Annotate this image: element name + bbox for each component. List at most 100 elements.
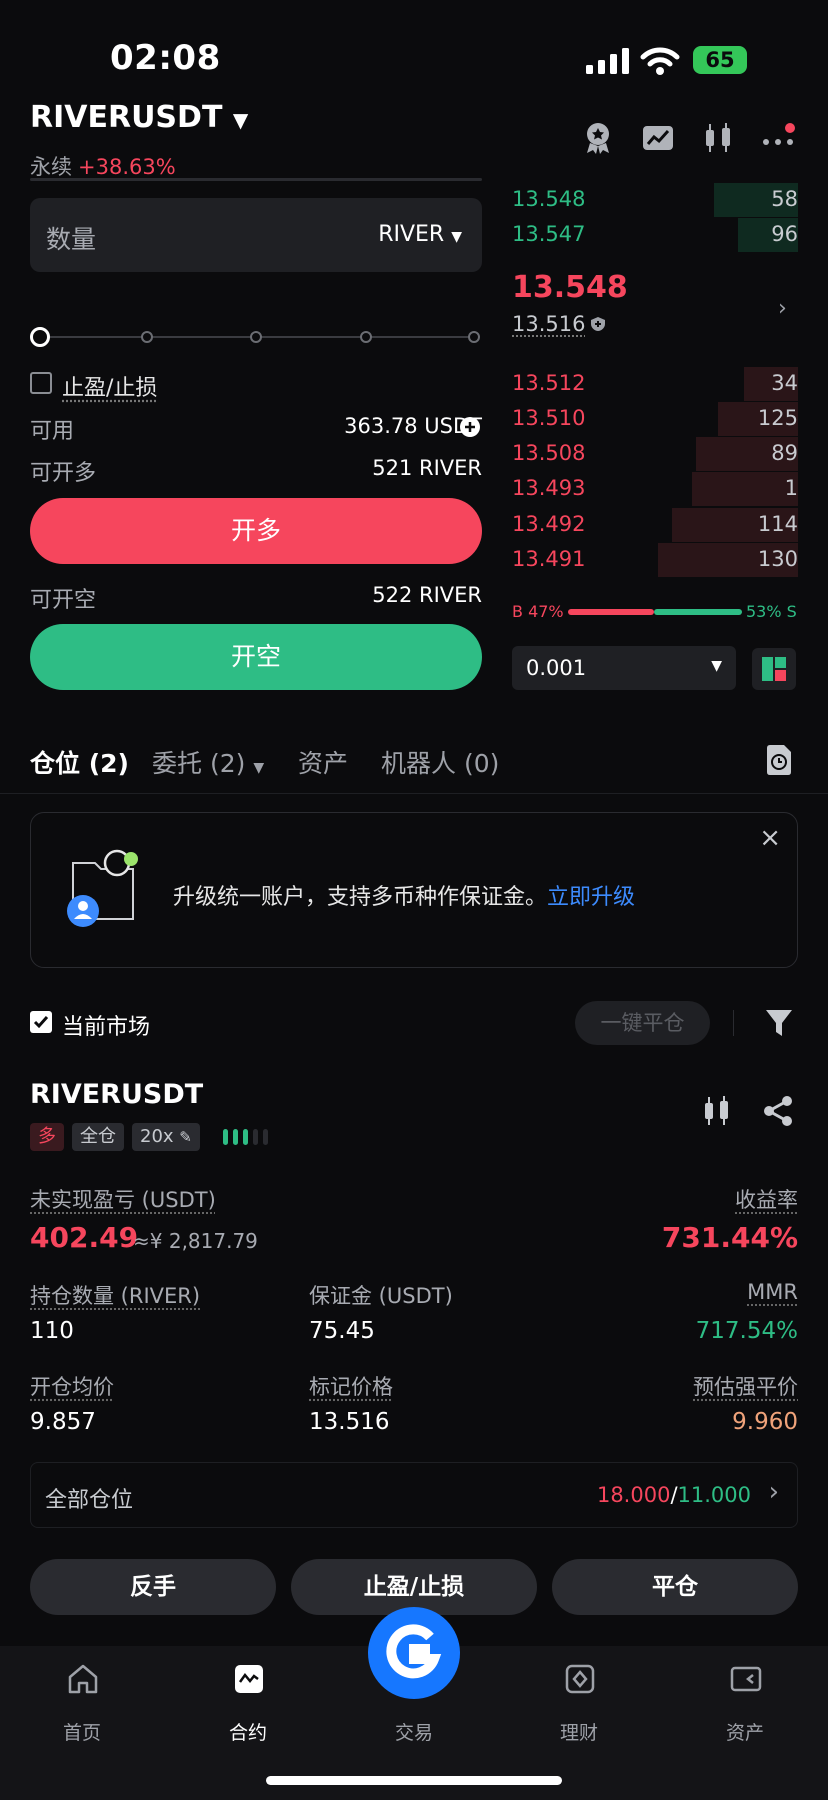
slider-step-50[interactable] [250, 331, 262, 343]
available-label: 可用 [30, 419, 75, 444]
book-layout-icon [762, 657, 786, 681]
position-symbol[interactable]: RIVERUSDT [30, 1079, 203, 1110]
mark-price-label: 标记价格 [309, 1375, 393, 1399]
bid-row[interactable]: 13.492 114 [512, 508, 798, 542]
home-indicator [266, 1776, 562, 1785]
ask-row[interactable]: 13.547 96 [512, 218, 798, 252]
close-all-button[interactable]: 一键平仓 [575, 1001, 710, 1045]
current-market-checkbox[interactable] [30, 1011, 52, 1033]
max-short-value: 522 RIVER [372, 583, 482, 607]
mark-price[interactable]: 13.516 [512, 312, 585, 336]
nav-assets[interactable]: 资产 [685, 1658, 805, 1745]
tab-bots[interactable]: 机器人 (0) [381, 744, 499, 780]
tab-assets[interactable]: 资产 [298, 744, 348, 780]
slider-step-100[interactable] [468, 331, 480, 343]
filter-icon[interactable] [765, 1008, 793, 1038]
tp-sl-label[interactable]: 止盈/止损 [62, 370, 157, 402]
margin-label: 保证金 (USDT) [309, 1284, 453, 1308]
chevron-right-icon: › [768, 1477, 779, 1507]
tp-sl-checkbox[interactable] [30, 372, 52, 394]
nav-earn[interactable]: 理财 [519, 1658, 639, 1745]
max-long-label: 可开多 [30, 461, 97, 486]
chevron-down-icon: ▼ [711, 658, 722, 674]
check-icon [33, 1016, 49, 1029]
chart-switch-icon[interactable] [640, 120, 676, 156]
all-positions-value: 18.000/11.000 [596, 1483, 751, 1507]
bid-price: 13.508 [512, 441, 586, 465]
shield-icon [591, 317, 605, 331]
ask-price: 13.548 [512, 187, 586, 211]
roe-label: 收益率 [735, 1188, 798, 1212]
open-short-button[interactable]: 开空 [30, 624, 482, 690]
upgrade-link[interactable]: 立即升级 [547, 885, 635, 910]
slider-step-75[interactable] [360, 331, 372, 343]
close-icon[interactable]: × [759, 823, 781, 853]
entry-price-value: 9.857 [30, 1409, 96, 1435]
pnl-value: 402.49 [30, 1221, 139, 1254]
slider-step-25[interactable] [141, 331, 153, 343]
ask-row[interactable]: 13.548 58 [512, 183, 798, 217]
reverse-button[interactable]: 反手 [30, 1559, 276, 1615]
mmr-label: MMR [747, 1280, 798, 1304]
candlestick-icon[interactable] [700, 120, 736, 156]
filter-divider [733, 1010, 734, 1036]
quantity-input[interactable]: 数量 RIVER ▼ [30, 198, 482, 272]
tabs-divider [0, 793, 828, 794]
banner-message: 升级统一账户，支持多币种作保证金。立即升级 [173, 885, 636, 910]
battery-indicator: 65 [693, 46, 747, 74]
book-layout-button[interactable] [752, 648, 796, 690]
max-short-label: 可开空 [30, 588, 97, 613]
close-position-button[interactable]: 平仓 [552, 1559, 798, 1615]
earn-icon [565, 1664, 595, 1694]
bid-price: 13.492 [512, 512, 586, 536]
quantity-unit-select[interactable]: RIVER ▼ [378, 222, 462, 247]
entry-price-label: 开仓均价 [30, 1375, 114, 1399]
bid-row[interactable]: 13.491 130 [512, 543, 798, 577]
all-positions-row[interactable]: 全部仓位 18.000/11.000 › [30, 1462, 798, 1528]
sell-ratio-bar [654, 609, 742, 615]
bid-price: 13.493 [512, 476, 586, 500]
more-icon[interactable] [760, 120, 796, 156]
liq-price-value: 9.960 [732, 1409, 798, 1435]
bid-qty: 114 [757, 512, 798, 536]
ask-qty: 58 [771, 187, 798, 211]
slider-handle[interactable] [30, 327, 50, 347]
upgrade-banner[interactable]: 升级统一账户，支持多币种作保证金。立即升级 × [30, 812, 798, 968]
all-positions-label: 全部仓位 [45, 1488, 134, 1513]
margin-mode-badge[interactable]: 全仓 [72, 1123, 124, 1151]
nav-home[interactable]: 首页 [22, 1658, 142, 1745]
margin-value: 75.45 [309, 1318, 375, 1344]
size-label: 持仓数量 (RIVER) [30, 1284, 201, 1308]
share-icon[interactable] [762, 1095, 794, 1127]
nav-futures[interactable]: 合约 [188, 1658, 308, 1745]
ask-qty: 96 [771, 222, 798, 246]
history-icon[interactable] [765, 744, 793, 776]
wifi-icon [640, 47, 680, 75]
bid-row[interactable]: 13.493 1 [512, 472, 798, 506]
tab-orders[interactable]: 委托 (2) ▼ [152, 744, 264, 780]
home-icon [68, 1664, 98, 1694]
futures-icon [235, 1665, 263, 1693]
bid-row[interactable]: 13.508 89 [512, 437, 798, 471]
award-icon[interactable] [580, 120, 616, 156]
tab-positions[interactable]: 仓位 (2) [30, 744, 129, 780]
precision-select[interactable]: 0.001 ▼ [512, 646, 736, 690]
pair-title[interactable]: RIVERUSDT ▼ [30, 100, 248, 135]
last-price[interactable]: 13.548 [512, 270, 628, 305]
add-funds-icon[interactable] [460, 417, 480, 437]
bid-price: 13.512 [512, 371, 586, 395]
pnl-label: 未实现盈亏 (USDT) [30, 1188, 216, 1212]
open-long-button[interactable]: 开多 [30, 498, 482, 564]
chevron-right-icon[interactable]: › [778, 296, 787, 321]
bid-row[interactable]: 13.510 125 [512, 402, 798, 436]
bid-qty: 130 [757, 547, 798, 571]
buy-ratio-bar [568, 609, 654, 615]
status-time: 02:08 [110, 38, 221, 78]
liq-price-label: 预估强平价 [693, 1375, 798, 1399]
current-market-label[interactable]: 当前市场 [62, 1009, 150, 1041]
bid-row[interactable]: 13.512 34 [512, 367, 798, 401]
candlestick-icon[interactable] [702, 1095, 732, 1127]
wallet-icon [730, 1666, 762, 1692]
nav-trade[interactable]: 交易 [354, 1658, 474, 1745]
leverage-badge[interactable]: 20x ✎ [132, 1123, 200, 1151]
